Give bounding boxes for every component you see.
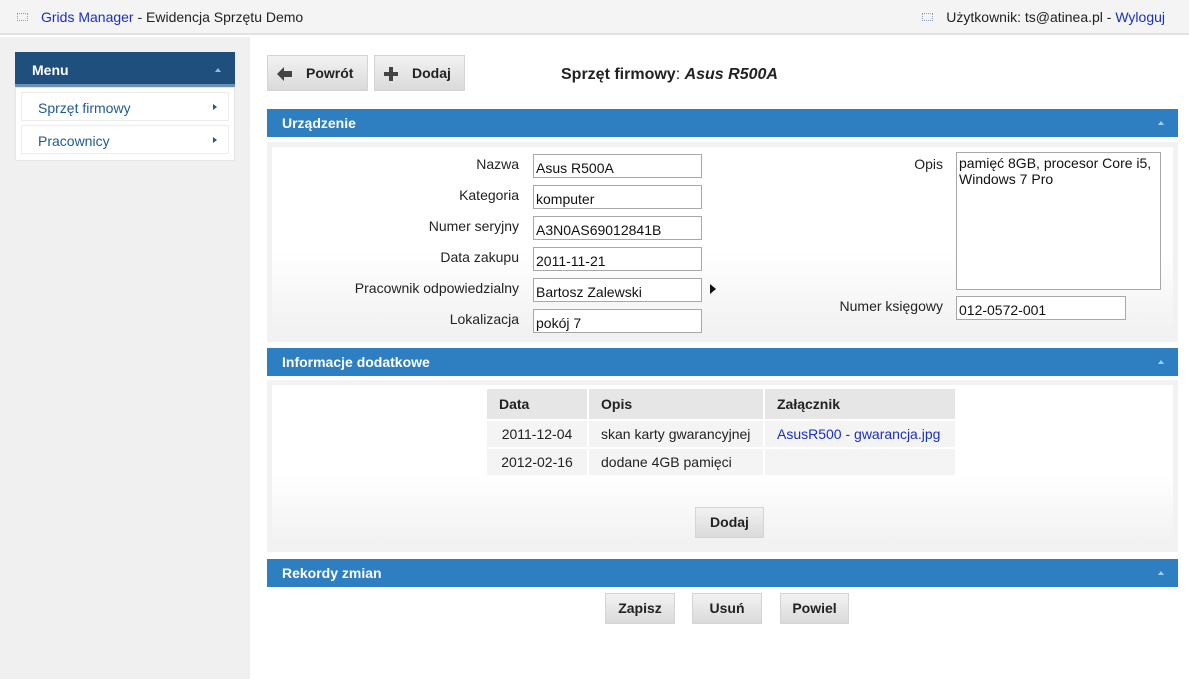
app-name-link[interactable]: Grids Manager [41, 9, 134, 25]
app-title: Grids Manager - Ewidencja Sprzętu Demo [41, 9, 303, 25]
purchase-date-field[interactable] [533, 247, 702, 271]
description-label: Opis [914, 156, 943, 172]
section-title: Informacje dodatkowe [282, 354, 430, 370]
collapse-icon[interactable] [1158, 360, 1164, 364]
cell-date: 2011-12-04 [487, 421, 587, 447]
account-number-field[interactable] [956, 296, 1126, 320]
section-title: Rekordy zmian [282, 565, 382, 581]
table-row[interactable]: 2011-12-04 skan karty gwarancyjnej AsusR… [487, 421, 955, 447]
menu-title: Menu [32, 62, 69, 78]
collapse-icon[interactable] [1158, 571, 1164, 575]
logout-link[interactable]: Wyloguj [1115, 9, 1165, 25]
page-title-prefix: Sprzęt firmowy [561, 66, 676, 83]
serial-field[interactable] [533, 216, 702, 240]
add-row-button[interactable]: Dodaj [695, 507, 764, 538]
column-header-attachment[interactable]: Załącznik [765, 389, 955, 419]
column-header-description[interactable]: Opis [589, 389, 763, 419]
sidebar-item-employees[interactable]: Pracownicy [21, 125, 229, 154]
top-bar: Grids Manager - Ewidencja Sprzętu Demo U… [0, 0, 1189, 35]
section-header-device[interactable]: Urządzenie [267, 109, 1178, 137]
purchase-date-label: Data zakupu [440, 249, 519, 265]
user-info: Użytkownik: ts@atinea.pl - Wyloguj [946, 9, 1165, 25]
page-title: Sprzęt firmowy: Asus R500A [561, 66, 778, 84]
employee-field[interactable] [533, 278, 702, 302]
arrow-left-icon [277, 67, 292, 81]
description-field[interactable]: pamięć 8GB, procesor Core i5, Windows 7 … [956, 152, 1161, 290]
back-label: Powrót [306, 65, 354, 81]
bullet-icon [17, 13, 28, 21]
location-label: Lokalizacja [449, 311, 519, 327]
chevron-right-icon [213, 104, 217, 110]
serial-label: Numer seryjny [428, 218, 519, 234]
location-field[interactable] [533, 309, 702, 333]
page-title-item: Asus R500A [684, 66, 778, 83]
category-label: Kategoria [459, 187, 519, 203]
table-header-row: Data Opis Załącznik [487, 389, 955, 419]
user-label: Użytkownik: ts@atinea.pl - [946, 9, 1116, 25]
cell-date: 2012-02-16 [487, 449, 587, 475]
page-title-separator: : [675, 66, 685, 83]
save-label: Zapisz [618, 600, 662, 616]
cell-attachment: AsusR500 - gwarancja.jpg [765, 421, 955, 447]
section-title: Urządzenie [282, 115, 356, 131]
sidebar: Menu Sprzęt firmowy Pracownicy [0, 37, 250, 679]
duplicate-button[interactable]: Powiel [780, 593, 849, 624]
add-label: Dodaj [412, 65, 451, 81]
cell-attachment [765, 449, 955, 475]
extra-info-table: Data Opis Załącznik 2011-12-04 skan kart… [485, 387, 957, 477]
sidebar-item-equipment[interactable]: Sprzęt firmowy [21, 92, 229, 121]
collapse-icon[interactable] [1158, 121, 1164, 125]
table-row[interactable]: 2012-02-16 dodane 4GB pamięci [487, 449, 955, 475]
menu-box: Menu Sprzęt firmowy Pracownicy [15, 52, 235, 161]
delete-label: Usuń [709, 600, 745, 616]
cell-description: skan karty gwarancyjnej [589, 421, 763, 447]
employee-label: Pracownik odpowiedzialny [354, 280, 519, 296]
expand-arrow-icon[interactable] [710, 284, 716, 294]
category-field[interactable] [533, 185, 702, 209]
bullet-icon [922, 13, 933, 21]
section-header-change-records[interactable]: Rekordy zmian [267, 559, 1178, 587]
column-header-date[interactable]: Data [487, 389, 587, 419]
collapse-icon[interactable] [215, 68, 221, 72]
back-button[interactable]: Powrót [267, 55, 368, 91]
name-field[interactable] [533, 154, 702, 178]
sidebar-item-label: Pracownicy [38, 133, 110, 149]
name-label: Nazwa [476, 156, 519, 172]
menu-header[interactable]: Menu [15, 52, 235, 87]
add-row-label: Dodaj [710, 514, 749, 530]
plus-icon [384, 67, 398, 81]
app-subtitle: - Ewidencja Sprzętu Demo [133, 9, 304, 25]
add-button[interactable]: Dodaj [374, 55, 465, 91]
account-number-label: Numer księgowy [839, 298, 943, 314]
sidebar-item-label: Sprzęt firmowy [38, 100, 131, 116]
section-header-extra-info[interactable]: Informacje dodatkowe [267, 348, 1178, 376]
cell-description: dodane 4GB pamięci [589, 449, 763, 475]
attachment-link[interactable]: AsusR500 - gwarancja.jpg [777, 426, 940, 442]
menu-list: Sprzęt firmowy Pracownicy [15, 87, 235, 161]
duplicate-label: Powiel [792, 600, 837, 616]
delete-button[interactable]: Usuń [692, 593, 762, 624]
save-button[interactable]: Zapisz [605, 593, 675, 624]
chevron-right-icon [213, 137, 217, 143]
